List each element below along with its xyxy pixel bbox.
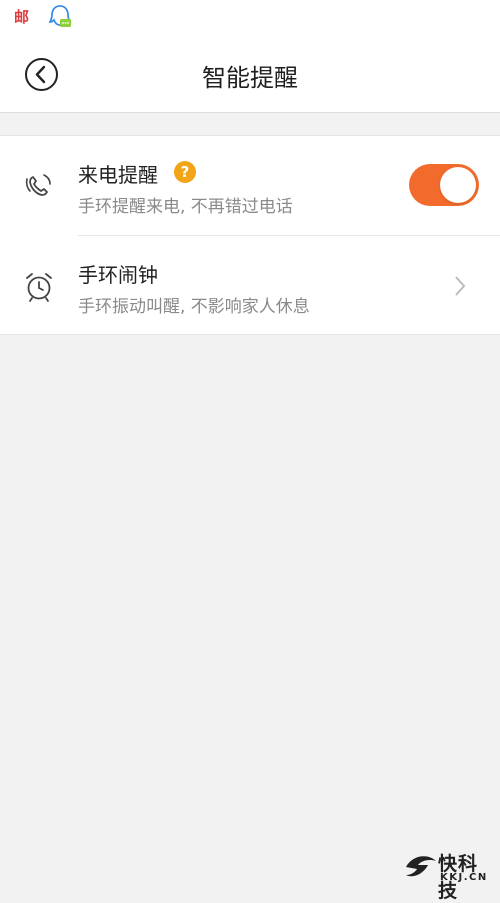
watermark-url: KKJ.CN	[440, 872, 488, 883]
alarm-clock-icon	[26, 273, 52, 302]
mail-icon: 邮	[14, 8, 29, 26]
watermark: 快科技 KKJ.CN	[404, 849, 496, 902]
phone-ringing-icon	[25, 174, 51, 196]
kkj-logo-icon	[406, 856, 436, 877]
header-bar: 智能提醒	[0, 36, 500, 113]
setting-subtitle: 手环振动叫醒, 不影响家人休息	[78, 297, 310, 317]
setting-title: 来电提醒	[78, 163, 158, 187]
setting-subtitle: 手环提醒来电, 不再错过电话	[78, 197, 293, 217]
setting-title: 手环闹钟	[78, 263, 158, 287]
help-icon[interactable]: ?	[174, 161, 196, 183]
chevron-right-icon	[455, 276, 466, 296]
status-bar: 邮	[0, 0, 500, 36]
toggle-knob	[440, 167, 476, 203]
page-title: 智能提醒	[202, 64, 298, 92]
qq-chat-icon	[48, 5, 72, 27]
setting-row-band-alarm[interactable]: 手环闹钟 手环振动叫醒, 不影响家人休息	[0, 236, 500, 336]
call-reminder-toggle[interactable]	[409, 164, 479, 206]
